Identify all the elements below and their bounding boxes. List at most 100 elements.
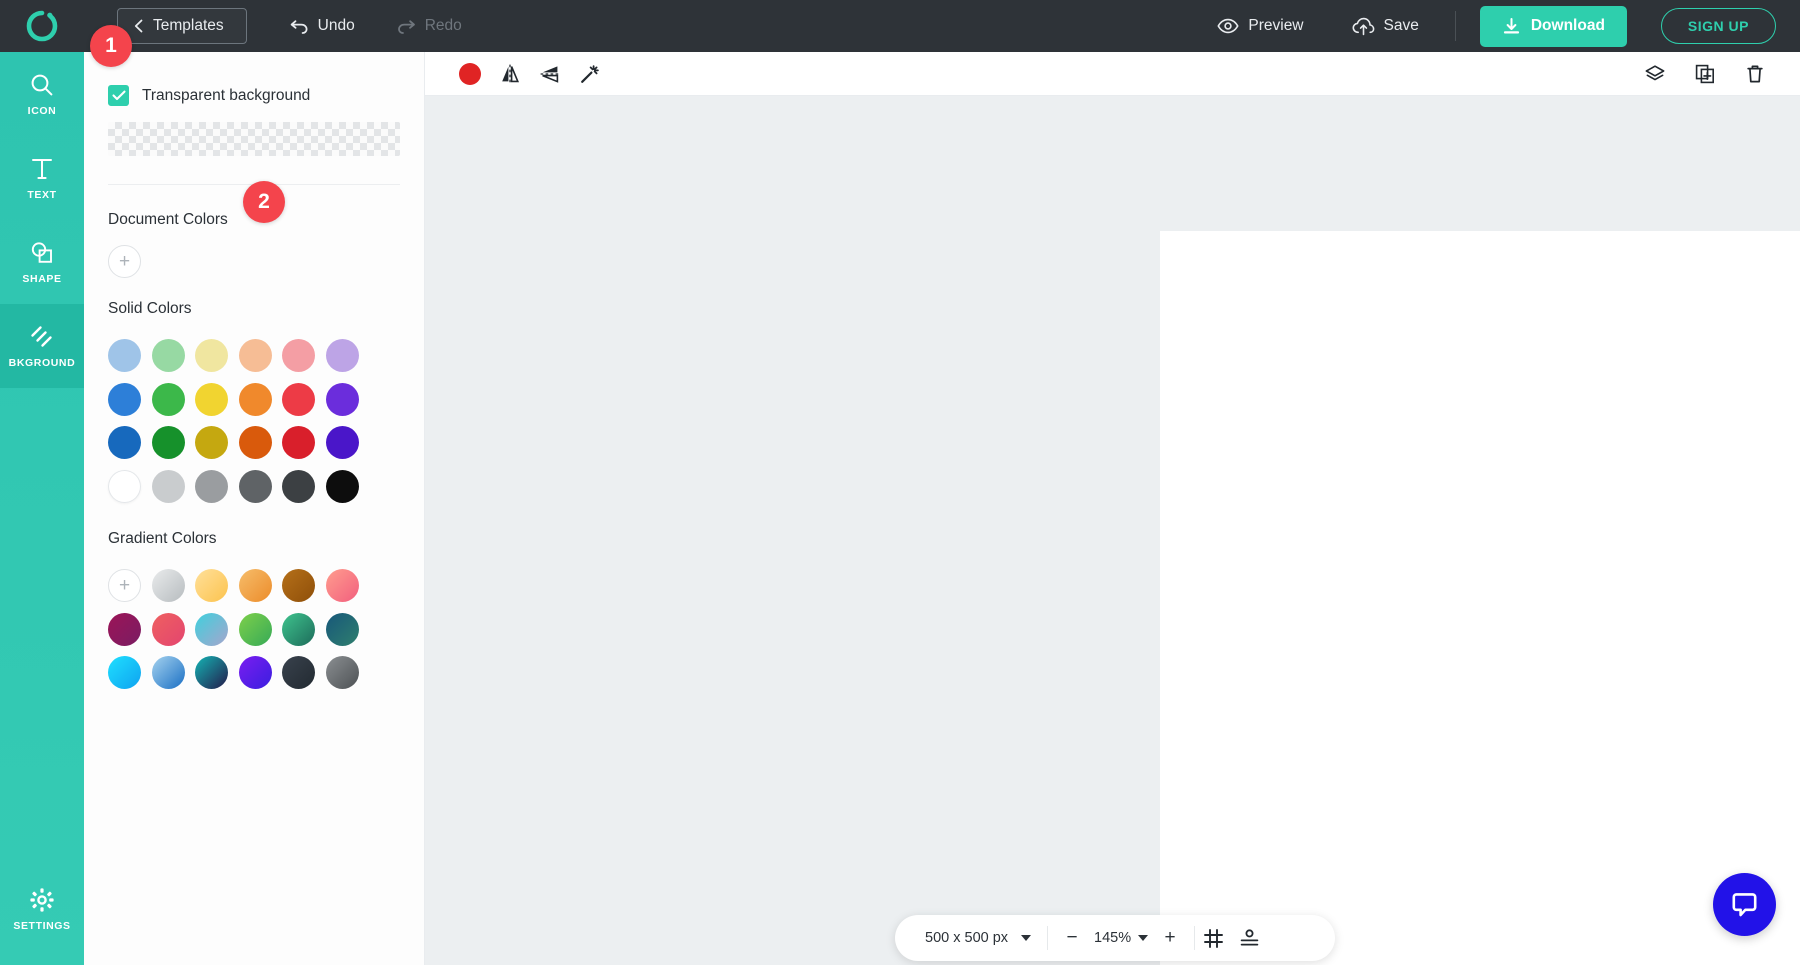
solid-color-swatch[interactable] (239, 426, 272, 459)
gradient-color-swatch[interactable] (152, 613, 185, 646)
transparent-background-checkbox[interactable] (108, 85, 129, 106)
solid-color-swatch[interactable] (108, 426, 141, 459)
canvas-bottom-bar: 500 x 500 px − 145% + (895, 915, 1335, 961)
solid-color-swatch[interactable] (108, 339, 141, 372)
gradient-colors-heading: Gradient Colors (108, 530, 400, 548)
solid-color-swatch[interactable] (326, 426, 359, 459)
solid-color-swatch[interactable] (326, 470, 359, 503)
add-gradient-color-button[interactable]: + (108, 569, 141, 602)
flip-vertical-icon (539, 63, 561, 85)
sidebar-item-bkground[interactable]: BKGROUND (0, 304, 84, 388)
solid-color-swatch[interactable] (239, 470, 272, 503)
app-logo[interactable] (0, 0, 84, 52)
layers-button[interactable] (1635, 54, 1675, 94)
undo-icon (290, 18, 309, 35)
gradient-color-swatch[interactable] (108, 613, 141, 646)
solid-color-swatch[interactable] (195, 383, 228, 416)
preview-label: Preview (1248, 17, 1303, 35)
solid-color-swatch[interactable] (282, 383, 315, 416)
add-document-color-button[interactable]: + (108, 245, 141, 278)
redo-button[interactable]: Redo (397, 17, 462, 35)
download-button[interactable]: Download (1480, 6, 1627, 47)
chat-support-button[interactable] (1713, 873, 1776, 936)
sidebar-item-icon-label: ICON (28, 105, 57, 117)
flip-horizontal-button[interactable] (490, 54, 530, 94)
gradient-color-swatch[interactable] (326, 656, 359, 689)
download-icon (1502, 17, 1521, 36)
trash-icon (1744, 63, 1766, 85)
solid-colors-heading: Solid Colors (108, 300, 400, 318)
annotation-badge-2: 2 (243, 181, 285, 223)
app-root: Templates Undo Redo Preview (0, 0, 1800, 965)
duplicate-button[interactable] (1685, 54, 1725, 94)
chevron-down-icon (1138, 935, 1148, 941)
gradient-color-swatch[interactable] (282, 613, 315, 646)
undo-button[interactable]: Undo (290, 17, 355, 35)
solid-color-swatch[interactable] (152, 339, 185, 372)
solid-color-swatch[interactable] (152, 383, 185, 416)
save-label: Save (1384, 17, 1419, 35)
download-label: Download (1531, 17, 1605, 35)
solid-color-swatch[interactable] (108, 383, 141, 416)
flip-horizontal-icon (499, 63, 521, 85)
solid-color-swatch[interactable] (282, 339, 315, 372)
sidebar-item-settings[interactable]: SETTINGS (0, 867, 84, 951)
solid-color-swatch[interactable] (108, 470, 141, 503)
gradient-color-swatch[interactable] (326, 569, 359, 602)
gradient-color-swatch[interactable] (152, 569, 185, 602)
templates-button[interactable]: Templates (117, 8, 247, 44)
top-toolbar: Templates Undo Redo Preview (0, 0, 1800, 52)
gradient-colors-grid: + (108, 564, 400, 695)
gradient-color-swatch[interactable] (239, 656, 272, 689)
gradient-color-swatch[interactable] (152, 656, 185, 689)
save-button[interactable]: Save (1352, 17, 1419, 36)
chevron-left-icon (134, 19, 143, 33)
transparent-background-row[interactable]: Transparent background (108, 52, 400, 106)
snap-icon (1239, 928, 1260, 949)
solid-color-swatch[interactable] (239, 339, 272, 372)
artboard[interactable]: DEEZ PETS HOMEMADE PET TREATS (1160, 231, 1800, 965)
delete-button[interactable] (1735, 54, 1775, 94)
gradient-color-swatch[interactable] (195, 569, 228, 602)
solid-color-swatch[interactable] (195, 339, 228, 372)
sidebar-item-bkground-label: BKGROUND (9, 357, 76, 369)
solid-color-swatch[interactable] (326, 339, 359, 372)
signup-button[interactable]: SIGN UP (1661, 8, 1776, 44)
solid-color-swatch[interactable] (152, 470, 185, 503)
solid-color-swatch[interactable] (282, 426, 315, 459)
sidebar-item-shape[interactable]: SHAPE (0, 220, 84, 304)
zoom-controls: − 145% + (1048, 920, 1194, 956)
gradient-color-swatch[interactable] (239, 569, 272, 602)
snap-align-button[interactable] (1231, 920, 1267, 956)
gradient-color-swatch[interactable] (195, 656, 228, 689)
canvas-toolbar-right-group (1635, 54, 1775, 94)
flip-vertical-button[interactable] (530, 54, 570, 94)
undo-label: Undo (318, 17, 355, 35)
solid-color-swatch[interactable] (195, 426, 228, 459)
annotation-badge-1: 1 (90, 25, 132, 67)
solid-color-swatch[interactable] (195, 470, 228, 503)
solid-color-swatch[interactable] (282, 470, 315, 503)
sidebar-item-icon[interactable]: ICON (0, 52, 84, 136)
gradient-color-swatch[interactable] (282, 656, 315, 689)
toggle-grid-button[interactable] (1195, 920, 1231, 956)
canvas-stage[interactable]: DEEZ PETS HOMEMADE PET TREATS (425, 96, 1800, 965)
solid-color-swatch[interactable] (239, 383, 272, 416)
gradient-color-swatch[interactable] (282, 569, 315, 602)
zoom-level-selector[interactable]: 145% (1090, 930, 1152, 946)
sidebar-item-text[interactable]: TEXT (0, 136, 84, 220)
magic-wand-button[interactable] (570, 54, 610, 94)
gradient-color-swatch[interactable] (326, 613, 359, 646)
gradient-color-swatch[interactable] (239, 613, 272, 646)
solid-color-swatch[interactable] (152, 426, 185, 459)
preview-button[interactable]: Preview (1217, 17, 1303, 35)
canvas-size-selector[interactable]: 500 x 500 px (903, 930, 1047, 946)
zoom-in-button[interactable]: + (1152, 920, 1188, 956)
zoom-out-button[interactable]: − (1054, 920, 1090, 956)
object-color-button[interactable] (450, 54, 490, 94)
gradient-color-swatch[interactable] (195, 613, 228, 646)
gradient-color-swatch[interactable] (108, 656, 141, 689)
sidebar-item-shape-label: SHAPE (22, 273, 61, 285)
transparent-background-label: Transparent background (142, 87, 310, 105)
solid-color-swatch[interactable] (326, 383, 359, 416)
